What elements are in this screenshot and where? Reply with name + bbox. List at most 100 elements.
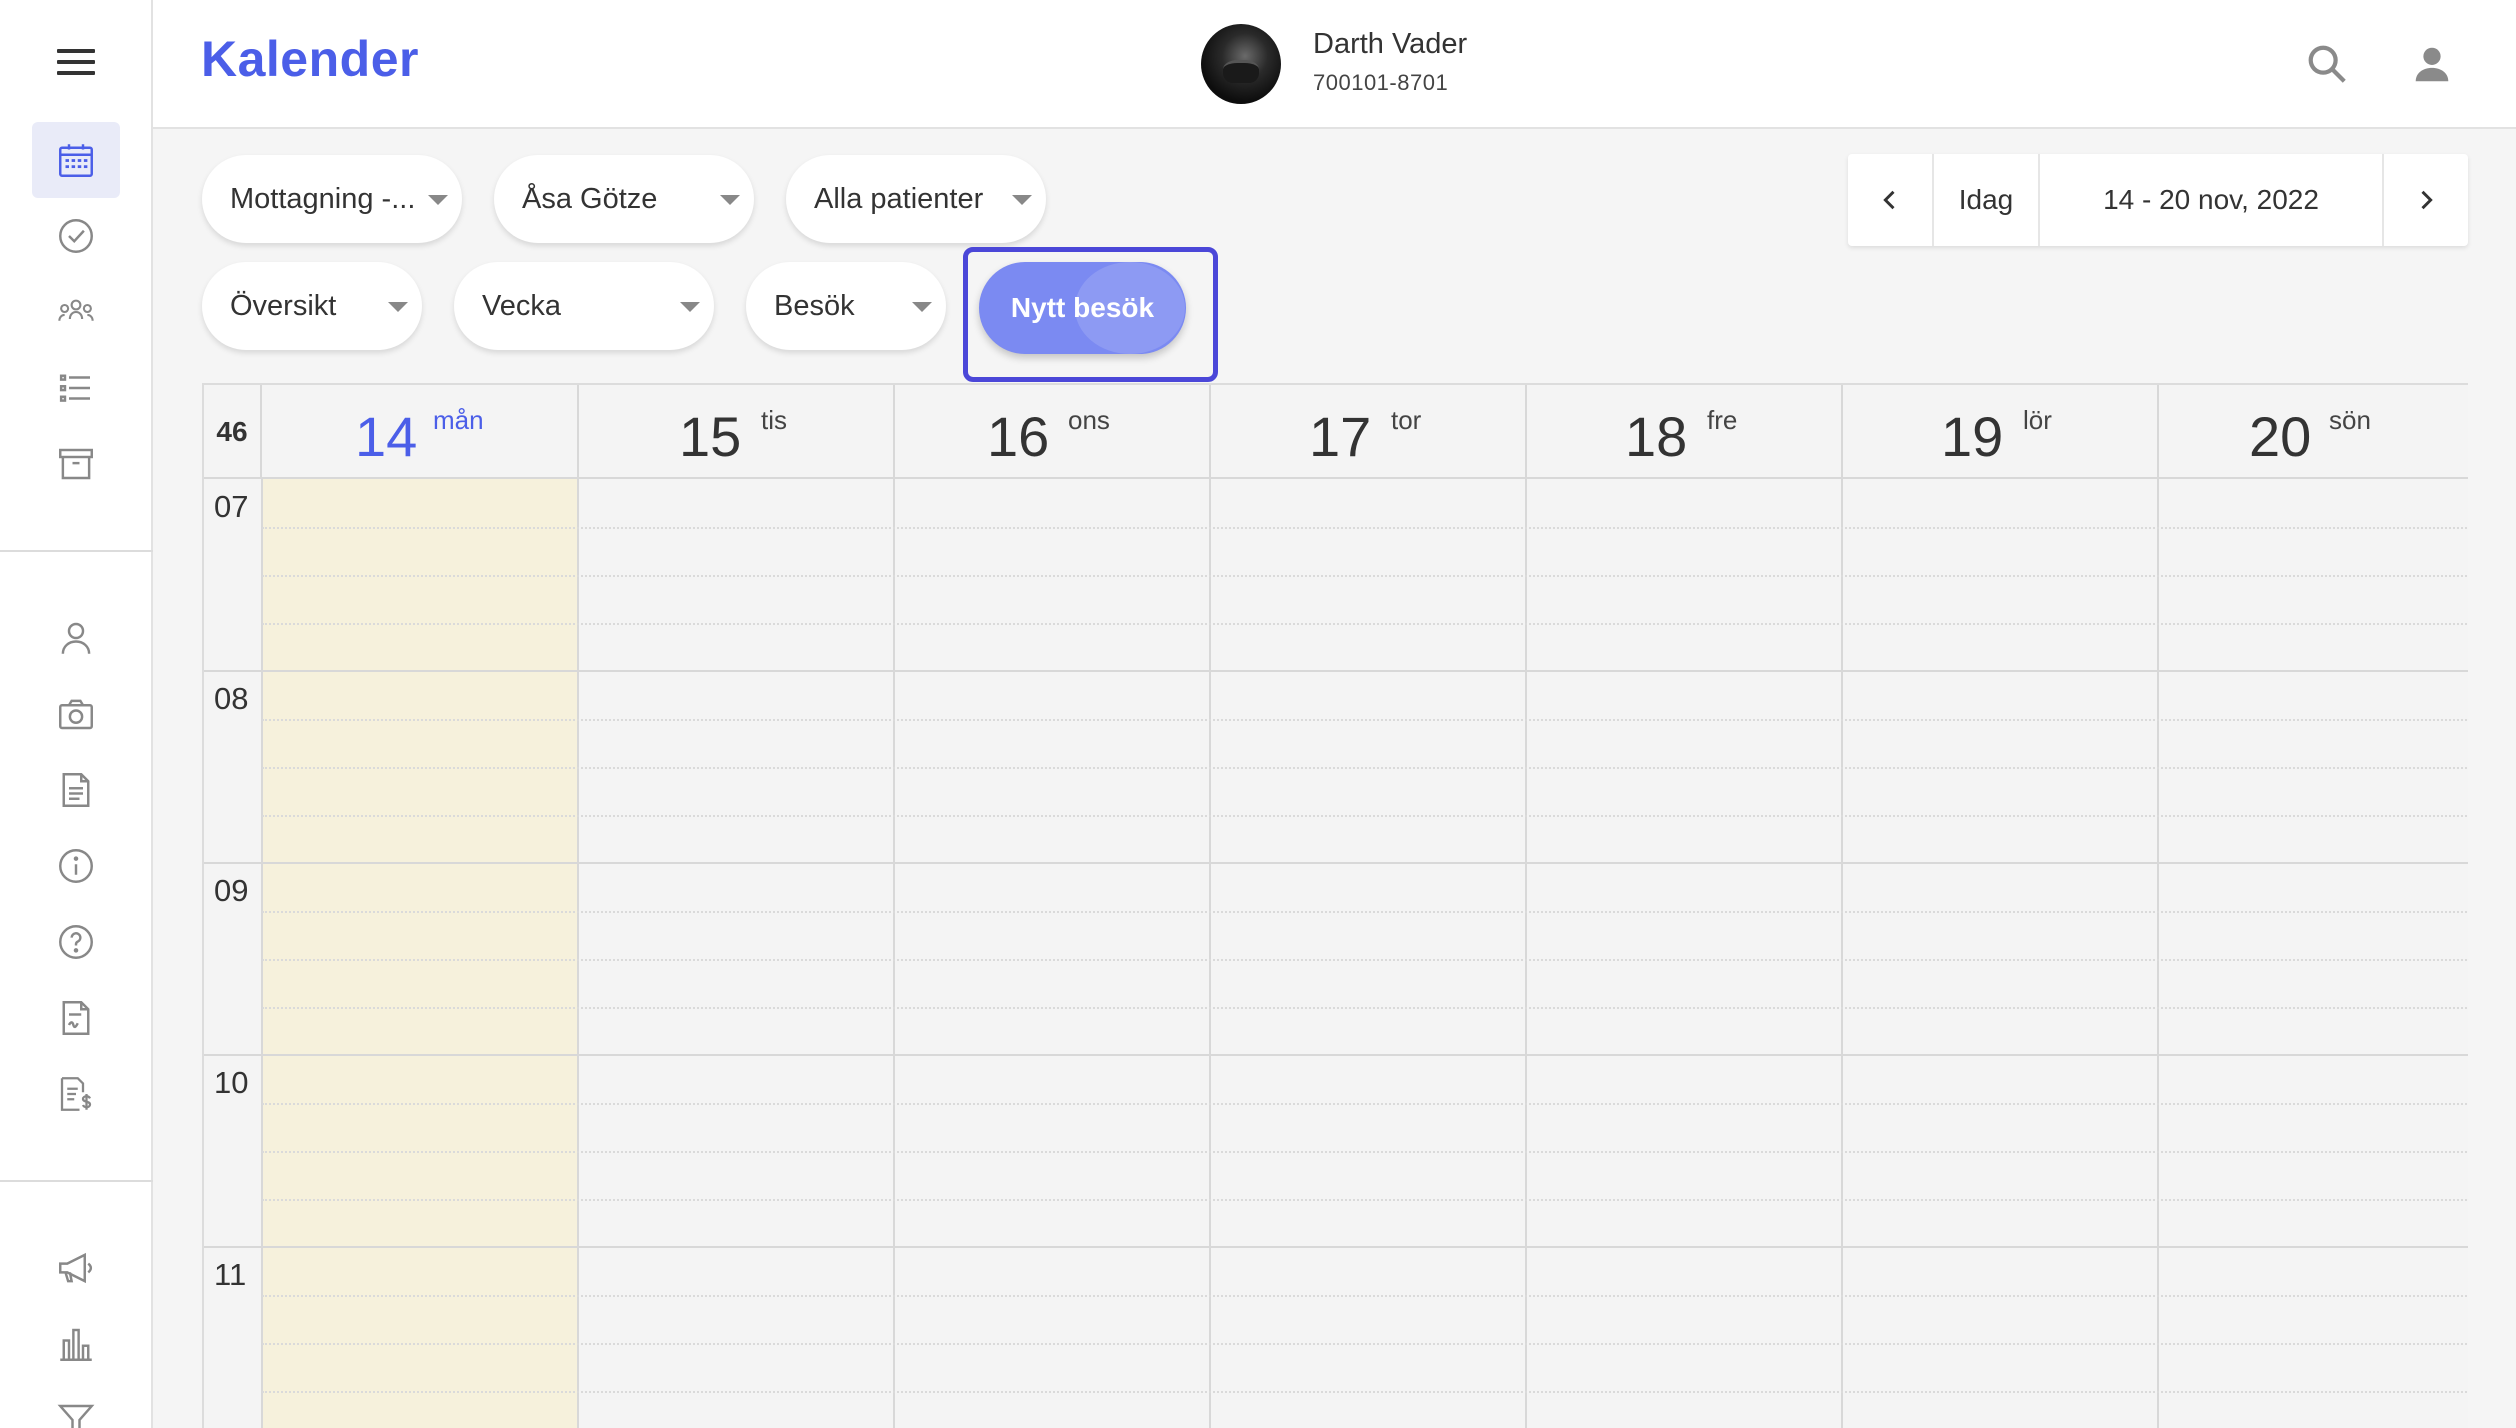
group-icon[interactable] — [32, 274, 120, 350]
practitioner-select-value: Åsa Götze — [522, 182, 658, 215]
grid-line — [262, 623, 2468, 625]
grid-line — [262, 911, 2468, 913]
patients-select[interactable]: Alla patienter — [786, 155, 1046, 243]
chevron-right-icon — [2421, 190, 2433, 210]
chevron-down-icon — [428, 195, 448, 205]
today-column — [263, 479, 577, 1428]
type-select[interactable]: Besök — [746, 262, 946, 350]
grid-line — [262, 815, 2468, 817]
day-header-mon[interactable]: 14 mån — [263, 385, 579, 479]
hour-label: 08 — [214, 681, 249, 716]
day-name: fre — [1707, 405, 1738, 435]
grid-line — [1209, 479, 1211, 1428]
grid-line — [577, 479, 579, 1428]
chevron-down-icon — [388, 302, 408, 312]
calendar-grid[interactable]: 07 08 09 10 11 — [204, 479, 2468, 1428]
today-button[interactable]: Idag — [1934, 154, 2040, 246]
day-number: 14 — [355, 405, 418, 468]
grid-line — [204, 670, 2468, 672]
week-calendar: 46 14 mån 15 tis 16 ons 17 tor 18 fre 19… — [202, 383, 2468, 1428]
check-circle-icon[interactable] — [32, 198, 120, 274]
clinic-select[interactable]: Mottagning -... — [202, 155, 462, 243]
next-week-button[interactable] — [2384, 154, 2468, 246]
chevron-left-icon — [1883, 190, 1895, 210]
calendar-header: 46 14 mån 15 tis 16 ons 17 tor 18 fre 19… — [204, 385, 2468, 479]
day-header-tue[interactable]: 15 tis — [579, 385, 895, 479]
grid-line — [262, 719, 2468, 721]
grid-line — [204, 1054, 2468, 1056]
page-title: Kalender — [201, 31, 419, 87]
grid-line — [262, 1295, 2468, 1297]
day-number: 20 — [2249, 405, 2312, 468]
hamburger-menu-icon[interactable] — [53, 44, 99, 80]
day-number: 15 — [679, 405, 742, 468]
grid-line — [262, 1103, 2468, 1105]
invoice-icon[interactable] — [32, 1056, 120, 1132]
hour-label: 09 — [214, 873, 249, 908]
grid-line — [262, 1391, 2468, 1393]
archive-icon[interactable] — [32, 426, 120, 502]
search-icon[interactable] — [2299, 36, 2355, 92]
sidebar-divider — [0, 1180, 153, 1182]
patient-avatar[interactable] — [1201, 24, 1281, 104]
view-select[interactable]: Översikt — [202, 262, 422, 350]
day-name: lör — [2023, 405, 2052, 435]
list-icon[interactable] — [32, 350, 120, 426]
sidebar-divider — [0, 550, 153, 552]
account-icon[interactable] — [2404, 36, 2460, 92]
grid-line — [262, 575, 2468, 577]
grid-line — [262, 1199, 2468, 1201]
info-icon[interactable] — [32, 828, 120, 904]
day-name: tis — [761, 405, 787, 435]
type-select-value: Besök — [774, 289, 855, 322]
day-header-sun[interactable]: 20 sön — [2159, 385, 2468, 479]
sidebar — [0, 0, 153, 1428]
day-header-sat[interactable]: 19 lör — [1843, 385, 2159, 479]
grid-line — [262, 959, 2468, 961]
week-number: 46 — [204, 385, 262, 479]
day-header-fri[interactable]: 18 fre — [1527, 385, 1843, 479]
chevron-down-icon — [680, 302, 700, 312]
day-header-wed[interactable]: 16 ons — [895, 385, 1211, 479]
person-icon[interactable] — [32, 600, 120, 676]
grid-line — [2157, 479, 2159, 1428]
day-name: mån — [433, 405, 484, 435]
chevron-down-icon — [1012, 195, 1032, 205]
period-select-value: Vecka — [482, 289, 561, 322]
grid-line — [262, 1343, 2468, 1345]
patients-select-value: Alla patienter — [814, 182, 984, 215]
document-icon[interactable] — [32, 752, 120, 828]
grid-line — [262, 527, 2468, 529]
new-visit-button[interactable]: Nytt besök — [979, 262, 1186, 354]
patient-name[interactable]: Darth Vader — [1313, 28, 1467, 61]
grid-line — [262, 1151, 2468, 1153]
day-name: tor — [1391, 405, 1422, 435]
day-header-thu[interactable]: 17 tor — [1211, 385, 1527, 479]
grid-line — [261, 479, 263, 1428]
date-range[interactable]: 14 - 20 nov, 2022 — [2040, 154, 2384, 246]
grid-line — [262, 767, 2468, 769]
megaphone-icon[interactable] — [32, 1230, 120, 1306]
top-header: Kalender Darth Vader 700101-8701 — [153, 0, 2516, 129]
help-icon[interactable] — [32, 904, 120, 980]
date-navigator: Idag 14 - 20 nov, 2022 — [1848, 154, 2468, 246]
signed-document-icon[interactable] — [32, 980, 120, 1056]
filter-icon[interactable] — [32, 1382, 120, 1428]
day-number: 19 — [1941, 405, 2004, 468]
grid-line — [262, 1007, 2468, 1009]
period-select[interactable]: Vecka — [454, 262, 714, 350]
day-number: 16 — [987, 405, 1050, 468]
hour-label: 11 — [214, 1257, 247, 1292]
hour-label: 10 — [214, 1065, 249, 1100]
camera-icon[interactable] — [32, 676, 120, 752]
calendar-icon[interactable] — [32, 122, 120, 198]
bar-chart-icon[interactable] — [32, 1306, 120, 1382]
day-number: 18 — [1625, 405, 1688, 468]
previous-week-button[interactable] — [1848, 154, 1934, 246]
day-name: sön — [2329, 405, 2371, 435]
grid-line — [204, 862, 2468, 864]
patient-id: 700101-8701 — [1313, 70, 1449, 95]
practitioner-select[interactable]: Åsa Götze — [494, 155, 754, 243]
grid-line — [1525, 479, 1527, 1428]
new-visit-label: Nytt besök — [1010, 292, 1155, 323]
